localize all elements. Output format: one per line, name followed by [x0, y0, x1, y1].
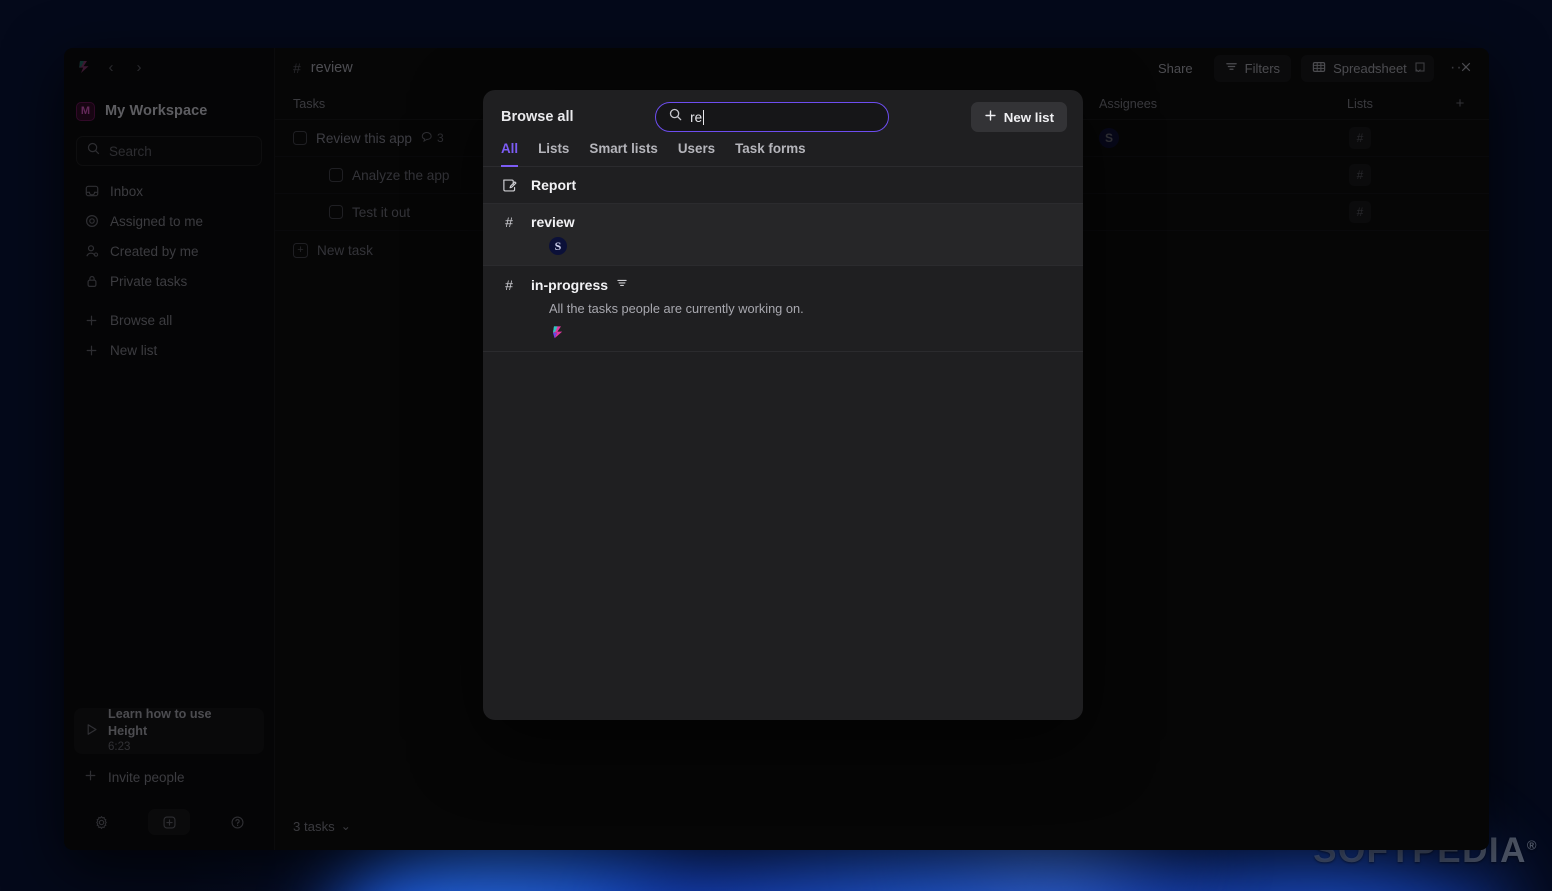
result-name: review: [531, 214, 575, 230]
result-header: Report: [501, 177, 1065, 193]
result-description: All the tasks people are currently worki…: [549, 301, 804, 316]
browse-search-input[interactable]: re: [655, 102, 890, 132]
new-list-label: New list: [1003, 109, 1054, 125]
list-item[interactable]: # review S: [483, 204, 1083, 266]
dialog-tabs: All Lists Smart lists Users Task forms: [483, 132, 1083, 167]
watermark-registered: ®: [1526, 837, 1538, 853]
tab-users[interactable]: Users: [678, 141, 715, 167]
browse-search-value: re: [690, 109, 705, 125]
list-item[interactable]: Report: [483, 167, 1083, 204]
smart-list-filter-icon: [616, 276, 628, 294]
hash-icon: #: [505, 214, 513, 230]
task-form-icon: [501, 178, 517, 193]
browse-all-dialog: Browse all re New list All Lists Smart l…: [483, 90, 1083, 720]
new-list-button[interactable]: New list: [970, 102, 1067, 132]
height-app-window: ‹ › M My Workspace Search Inbox Assigned…: [64, 48, 1489, 850]
dialog-search-wrap: re: [588, 102, 957, 132]
hash-icon: #: [505, 277, 513, 293]
dialog-header: Browse all re New list: [483, 90, 1083, 132]
result-name: Report: [531, 177, 577, 193]
dialog-title: Browse all: [501, 109, 574, 125]
result-header: # in-progress: [501, 276, 1065, 294]
result-header: # review: [501, 214, 1065, 230]
plus-icon: [984, 109, 997, 125]
tab-lists[interactable]: Lists: [538, 141, 569, 167]
height-bolt-avatar: [549, 323, 567, 341]
text-caret: [703, 109, 705, 125]
tab-smart-lists[interactable]: Smart lists: [589, 141, 657, 167]
search-text: re: [690, 109, 703, 125]
result-members: [549, 323, 1065, 341]
result-name: in-progress: [531, 277, 609, 293]
tab-task-forms[interactable]: Task forms: [735, 141, 805, 167]
tab-all[interactable]: All: [501, 141, 519, 167]
list-item[interactable]: # in-progress All the tasks people are c…: [483, 266, 1083, 352]
window-body: ‹ › M My Workspace Search Inbox Assigned…: [64, 48, 1489, 850]
search-icon: [669, 108, 682, 126]
search-results-list: Report # review S # in-progress All the …: [483, 167, 1083, 720]
avatar: S: [549, 237, 567, 255]
result-members: S: [549, 237, 1065, 255]
